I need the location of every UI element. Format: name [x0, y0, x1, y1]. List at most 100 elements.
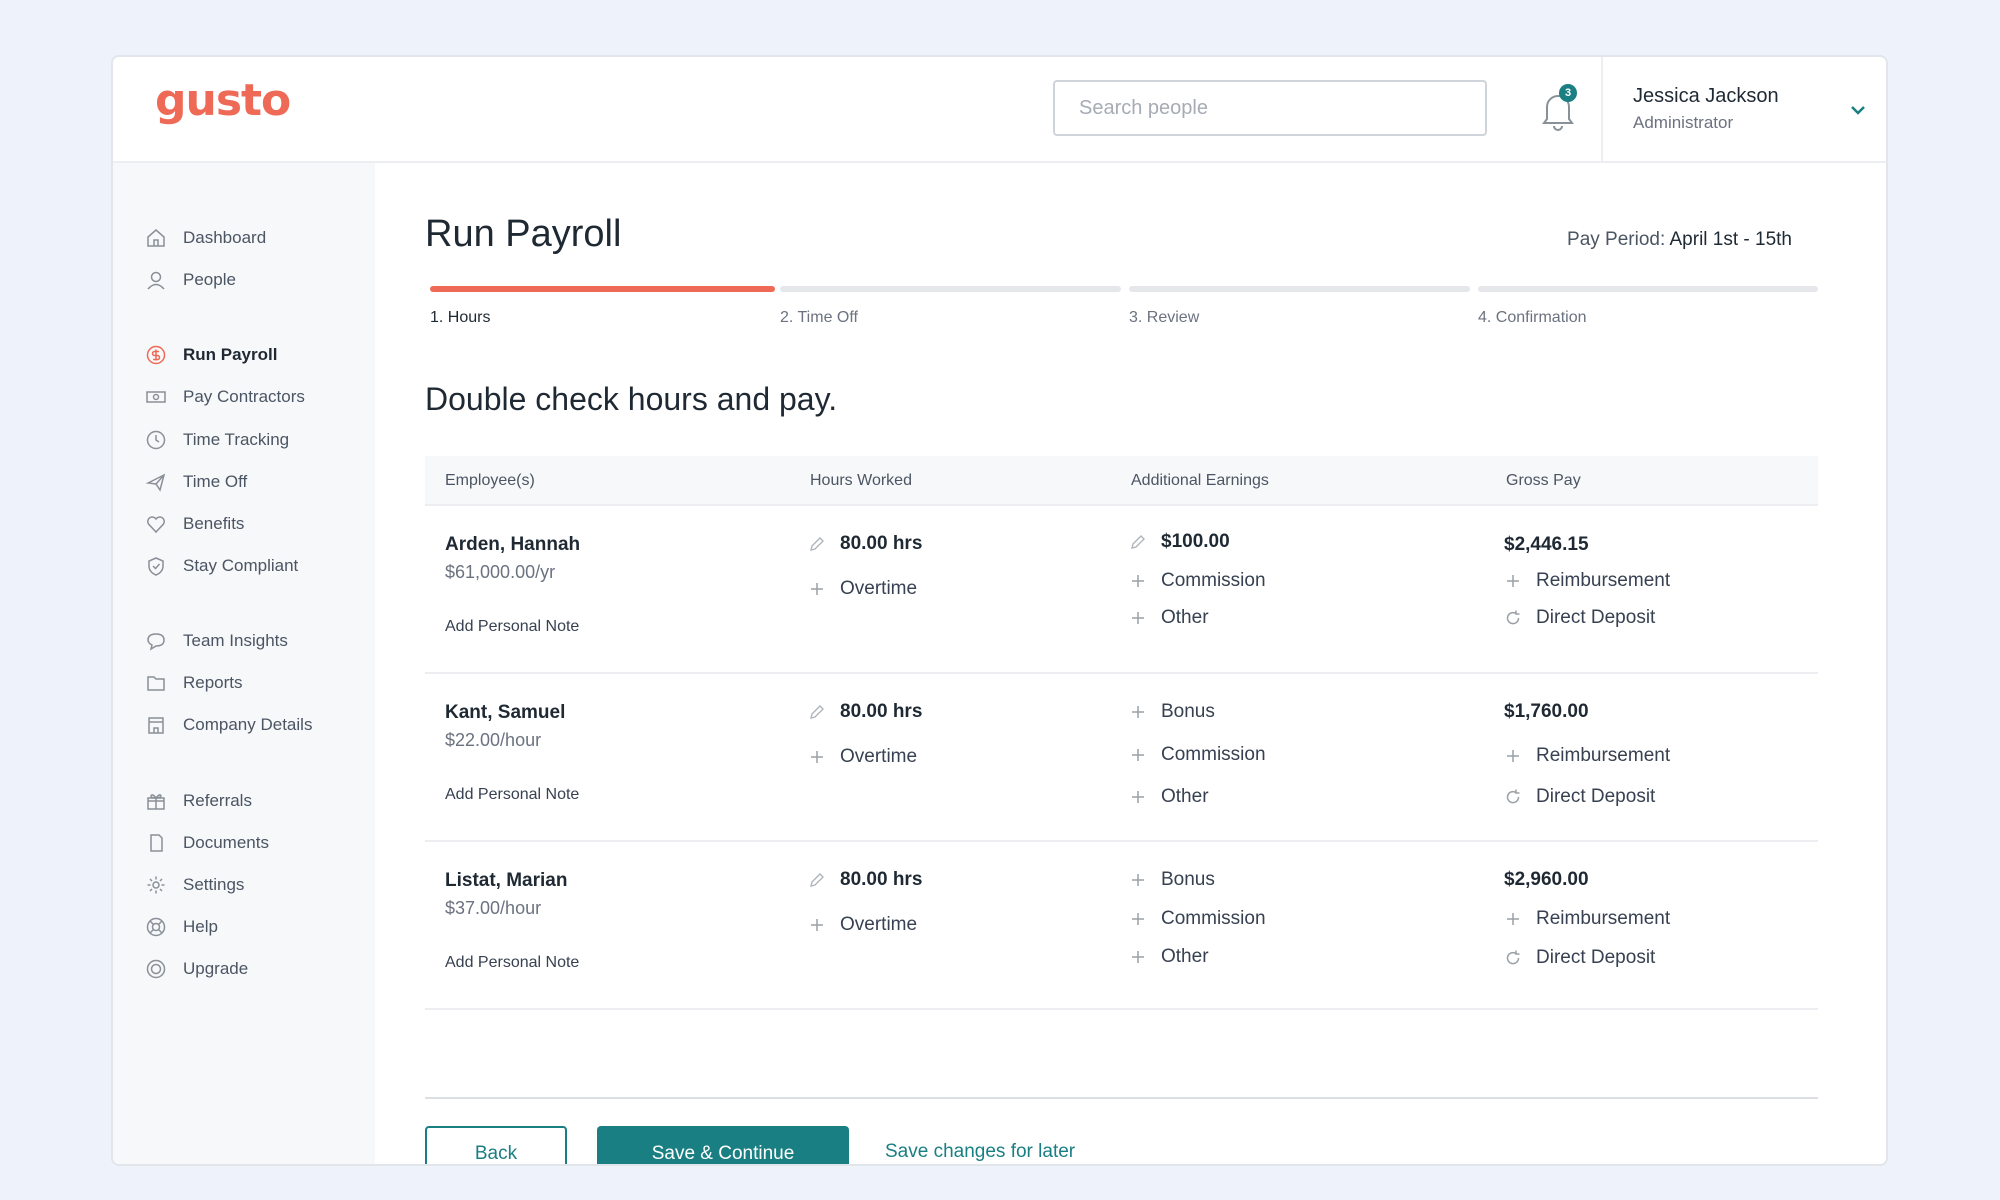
sidebar-item-help[interactable]: Help	[145, 912, 218, 942]
direct-deposit[interactable]: Direct Deposit	[1504, 947, 1655, 969]
add-personal-note-link[interactable]: Add Personal Note	[445, 954, 579, 972]
earning-value[interactable]: $100.00	[1129, 531, 1230, 553]
refresh-icon	[1506, 610, 1520, 625]
sidebar-item-label: Run Payroll	[183, 345, 278, 364]
sidebar-item-label: Help	[183, 917, 218, 936]
add-other[interactable]: Other	[1129, 946, 1209, 968]
sidebar-item-time-tracking[interactable]: Time Tracking	[145, 425, 289, 455]
section-subtitle: Double check hours and pay.	[425, 381, 838, 417]
sidebar-item-stay-compliant[interactable]: Stay Compliant	[145, 551, 298, 581]
step-bar-time-off	[780, 286, 1121, 292]
direct-deposit-label: Direct Deposit	[1536, 607, 1656, 628]
sidebar-item-dashboard[interactable]: Dashboard	[145, 223, 266, 253]
add-commission[interactable]: Commission	[1129, 744, 1266, 766]
overtime-label: Overtime	[840, 914, 918, 935]
plus-icon	[1132, 749, 1144, 761]
sidebar-item-upgrade[interactable]: Upgrade	[145, 954, 248, 984]
user-menu[interactable]: Jessica Jackson Administrator	[1601, 57, 1886, 163]
plane-icon	[145, 473, 166, 492]
add-commission[interactable]: Commission	[1129, 570, 1266, 592]
step-label-confirmation[interactable]: 4. Confirmation	[1478, 309, 1587, 327]
step-label-time-off[interactable]: 2. Time Off	[780, 309, 858, 327]
plus-icon	[1132, 951, 1144, 963]
commission-label: Commission	[1161, 570, 1266, 591]
top-header: gusto 3 Jessica Jackson Administrator	[113, 57, 1886, 163]
person-icon	[147, 271, 165, 290]
sidebar-item-people[interactable]: People	[145, 265, 236, 295]
add-reimbursement[interactable]: Reimbursement	[1504, 908, 1670, 930]
direct-deposit[interactable]: Direct Deposit	[1504, 607, 1655, 629]
sidebar-item-label: Stay Compliant	[183, 556, 299, 575]
add-reimbursement[interactable]: Reimbursement	[1504, 745, 1670, 767]
other-label: Other	[1161, 946, 1209, 967]
add-bonus[interactable]: Bonus	[1129, 869, 1215, 891]
add-overtime[interactable]: Overtime	[808, 578, 917, 600]
pencil-icon	[810, 705, 824, 719]
add-reimbursement[interactable]: Reimbursement	[1504, 570, 1670, 592]
hours-worked[interactable]: 80.00 hrs	[808, 869, 922, 891]
gross-pay: $2,446.15	[1504, 534, 1589, 556]
search-input[interactable]	[1053, 80, 1487, 136]
sidebar-item-team-insights[interactable]: Team Insights	[145, 626, 288, 656]
bonus-label: Bonus	[1161, 869, 1215, 890]
add-overtime[interactable]: Overtime	[808, 746, 917, 768]
chevron-down-icon[interactable]	[1847, 99, 1869, 121]
gear-icon	[147, 876, 165, 894]
other-label: Other	[1161, 786, 1209, 807]
add-bonus[interactable]: Bonus	[1129, 701, 1215, 723]
table-header: Employee(s) Hours Worked Additional Earn…	[425, 456, 1818, 506]
gift-icon	[147, 794, 165, 810]
gusto-logo[interactable]: gusto	[155, 75, 291, 126]
earning-amount: $100.00	[1161, 531, 1230, 552]
add-commission[interactable]: Commission	[1129, 908, 1266, 930]
employee-name: Listat, Marian	[445, 870, 568, 891]
overtime-label: Overtime	[840, 578, 918, 599]
gross-pay-value: $1,760.00	[1504, 701, 1589, 722]
heart-icon	[147, 516, 165, 534]
step-label-hours[interactable]: 1. Hours	[430, 309, 490, 327]
plus-icon	[1507, 913, 1519, 925]
sidebar-item-label: Time Tracking	[183, 430, 290, 449]
shield-icon	[148, 557, 164, 576]
sidebar-item-time-off[interactable]: Time Off	[145, 467, 247, 497]
notification-badge: 3	[1559, 84, 1577, 102]
save-later-link[interactable]: Save changes for later	[885, 1141, 1075, 1163]
commission-label: Commission	[1161, 744, 1266, 765]
chat-icon	[147, 633, 165, 651]
add-personal-note-link[interactable]: Add Personal Note	[445, 786, 579, 804]
employee-rate: $37.00/hour	[445, 898, 542, 918]
add-overtime[interactable]: Overtime	[808, 914, 917, 936]
plus-icon	[811, 919, 823, 931]
sidebar-item-settings[interactable]: Settings	[145, 870, 244, 900]
plus-icon	[1132, 913, 1144, 925]
add-other[interactable]: Other	[1129, 607, 1209, 629]
document-icon	[150, 834, 163, 852]
commission-label: Commission	[1161, 908, 1266, 929]
app-window: gusto 3 Jessica Jackson Administrator Da…	[111, 55, 1888, 1166]
hours-worked[interactable]: 80.00 hrs	[808, 701, 922, 723]
step-bar-review	[1129, 286, 1470, 292]
back-button[interactable]: Back	[425, 1126, 567, 1164]
user-name: Jessica Jackson	[1633, 85, 1779, 107]
sidebar-item-referrals[interactable]: Referrals	[145, 786, 252, 816]
add-personal-note-link[interactable]: Add Personal Note	[445, 618, 579, 636]
sidebar-item-pay-contractors[interactable]: Pay Contractors	[145, 382, 305, 412]
sidebar-item-label: Dashboard	[183, 228, 267, 247]
direct-deposit[interactable]: Direct Deposit	[1504, 786, 1655, 808]
direct-deposit-label: Direct Deposit	[1536, 947, 1656, 968]
hours-worked[interactable]: 80.00 hrs	[808, 533, 922, 555]
sidebar-item-company-details[interactable]: Company Details	[145, 710, 312, 740]
home-icon	[147, 229, 165, 247]
sidebar-item-benefits[interactable]: Benefits	[145, 509, 244, 539]
gross-pay-value: $2,960.00	[1504, 869, 1589, 890]
sidebar-item-documents[interactable]: Documents	[145, 828, 269, 858]
add-other[interactable]: Other	[1129, 786, 1209, 808]
save-continue-button[interactable]: Save & Continue	[597, 1126, 849, 1164]
sidebar-item-reports[interactable]: Reports	[145, 668, 243, 698]
refresh-icon	[1506, 789, 1520, 804]
sidebar-item-label: Team Insights	[183, 631, 288, 650]
step-label-review[interactable]: 3. Review	[1129, 309, 1199, 327]
hours-value: 80.00 hrs	[840, 701, 923, 722]
sidebar-item-run-payroll[interactable]: Run Payroll	[145, 340, 277, 370]
plus-icon	[811, 583, 823, 595]
